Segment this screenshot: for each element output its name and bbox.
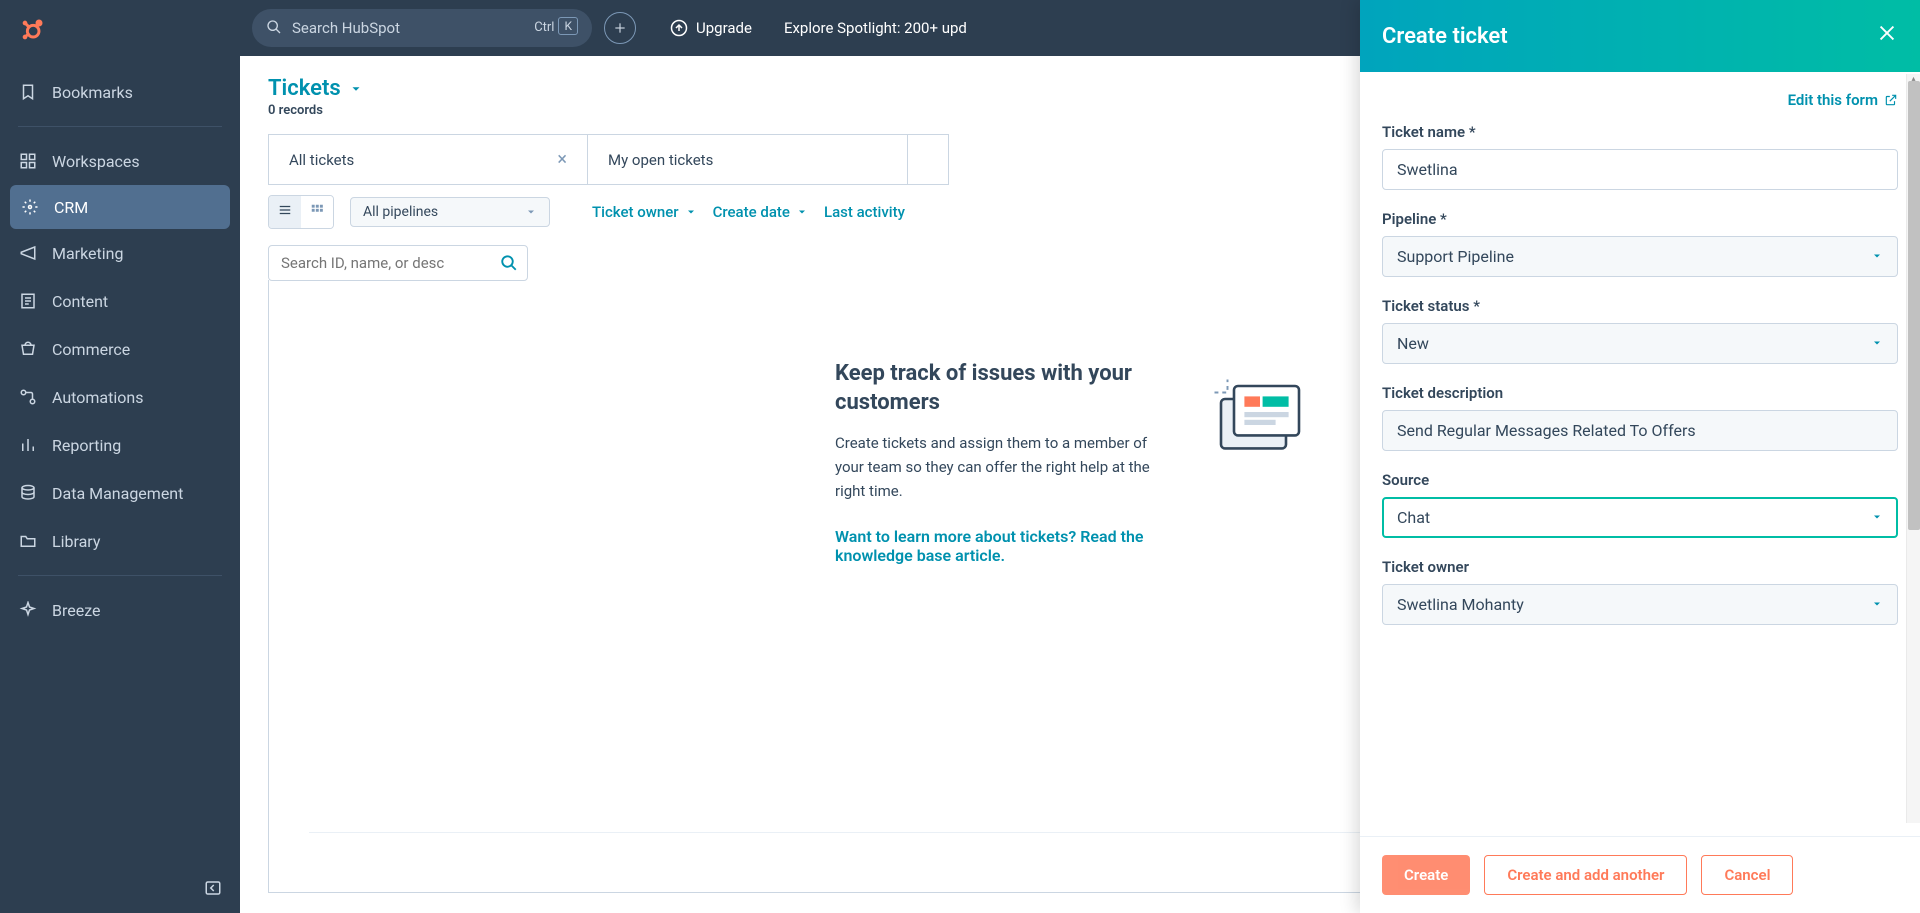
sidebar-label: Data Management (52, 484, 183, 503)
scrollbar[interactable]: ▴ (1906, 74, 1920, 823)
tab-overflow[interactable] (908, 134, 949, 185)
hubspot-logo[interactable] (0, 0, 240, 64)
chevron-down-icon (796, 206, 808, 218)
status-label: Ticket status * (1382, 297, 1898, 315)
workspaces-icon (18, 151, 38, 171)
search-icon (266, 19, 282, 39)
sidebar-label: Commerce (52, 340, 130, 359)
crm-icon (20, 197, 40, 217)
explore-link[interactable]: Explore Spotlight: 200+ upd (784, 19, 967, 37)
automations-icon (18, 387, 38, 407)
chevron-down-icon (349, 82, 363, 96)
status-select[interactable]: New (1382, 323, 1898, 364)
grid-view-button[interactable] (301, 196, 333, 228)
empty-help-link[interactable]: Want to learn more about tickets? Read t… (835, 527, 1155, 565)
create-button[interactable]: Create (1382, 855, 1470, 895)
sidebar-label: Library (52, 532, 100, 551)
empty-illustration (1195, 360, 1325, 490)
reporting-icon (18, 435, 38, 455)
sidebar-item-automations[interactable]: Automations (0, 373, 240, 421)
chevron-down-icon (1871, 508, 1883, 527)
view-toggle (268, 195, 334, 229)
sidebar-label: Workspaces (52, 152, 140, 171)
source-label: Source (1382, 471, 1898, 489)
close-icon[interactable]: × (557, 149, 567, 170)
sidebar-item-library[interactable]: Library (0, 517, 240, 565)
content-icon (18, 291, 38, 311)
add-button[interactable] (604, 12, 636, 44)
marketing-icon (18, 243, 38, 263)
close-icon[interactable] (1876, 22, 1898, 50)
panel-title: Create ticket (1382, 24, 1508, 49)
search-icon (500, 254, 518, 276)
list-view-button[interactable] (269, 196, 301, 228)
sparkle-icon (18, 600, 38, 620)
collapse-sidebar-button[interactable] (0, 867, 240, 913)
chevron-down-icon (1871, 595, 1883, 614)
sidebar-item-data[interactable]: Data Management (0, 469, 240, 517)
description-input[interactable]: Send Regular Messages Related To Offers (1382, 410, 1898, 451)
sidebar-item-bookmarks[interactable]: Bookmarks (0, 68, 240, 116)
create-ticket-panel: Create ticket Edit this form Ticket name… (1360, 0, 1920, 913)
sidebar-item-commerce[interactable]: Commerce (0, 325, 240, 373)
filter-create-date[interactable]: Create date (713, 203, 808, 221)
sidebar-label: Reporting (52, 436, 121, 455)
sidebar-item-crm[interactable]: CRM (10, 185, 230, 229)
sidebar-label: Content (52, 292, 108, 311)
pipeline-select[interactable]: Support Pipeline (1382, 236, 1898, 277)
sidebar-label: CRM (54, 198, 88, 217)
upgrade-link[interactable]: Upgrade (670, 19, 752, 37)
database-icon (18, 483, 38, 503)
sidebar-item-workspaces[interactable]: Workspaces (0, 137, 240, 185)
sidebar-item-marketing[interactable]: Marketing (0, 229, 240, 277)
pipeline-label: Pipeline * (1382, 210, 1898, 228)
owner-select[interactable]: Swetlina Mohanty (1382, 584, 1898, 625)
ticket-name-label: Ticket name * (1382, 123, 1898, 141)
commerce-icon (18, 339, 38, 359)
divider (18, 126, 222, 127)
id-search-input[interactable] (268, 245, 528, 281)
sidebar-label: Marketing (52, 244, 123, 263)
tab-my-open-tickets[interactable]: My open tickets (588, 134, 908, 185)
sidebar-item-breeze[interactable]: Breeze (0, 586, 240, 634)
scrollbar-thumb[interactable] (1908, 81, 1920, 530)
folder-icon (18, 531, 38, 551)
chevron-down-icon (685, 206, 697, 218)
search-shortcut: Ctrl K (534, 17, 578, 35)
chevron-down-icon (525, 206, 537, 218)
empty-title: Keep track of issues with your customers (835, 360, 1155, 417)
chevron-down-icon (1871, 247, 1883, 266)
sidebar-label: Automations (52, 388, 143, 407)
divider (18, 575, 222, 576)
filter-last-activity[interactable]: Last activity (824, 203, 905, 221)
sidebar-label: Breeze (52, 601, 101, 620)
pipeline-select[interactable]: All pipelines (350, 197, 550, 227)
owner-label: Ticket owner (1382, 558, 1898, 576)
sidebar-label: Bookmarks (52, 83, 133, 102)
create-another-button[interactable]: Create and add another (1484, 855, 1687, 895)
edit-form-link[interactable]: Edit this form (1788, 91, 1898, 109)
chevron-down-icon (1871, 334, 1883, 353)
filter-ticket-owner[interactable]: Ticket owner (592, 203, 697, 221)
source-select[interactable]: Chat (1382, 497, 1898, 538)
bookmark-icon (18, 82, 38, 102)
sidebar-item-reporting[interactable]: Reporting (0, 421, 240, 469)
sidebar-item-content[interactable]: Content (0, 277, 240, 325)
empty-body: Create tickets and assign them to a memb… (835, 431, 1155, 503)
ticket-name-input[interactable] (1382, 149, 1898, 190)
tab-all-tickets[interactable]: All tickets × (268, 134, 588, 185)
external-link-icon (1884, 93, 1898, 107)
description-label: Ticket description (1382, 384, 1898, 402)
global-search[interactable]: Ctrl K (252, 9, 592, 47)
cancel-button[interactable]: Cancel (1701, 855, 1793, 895)
